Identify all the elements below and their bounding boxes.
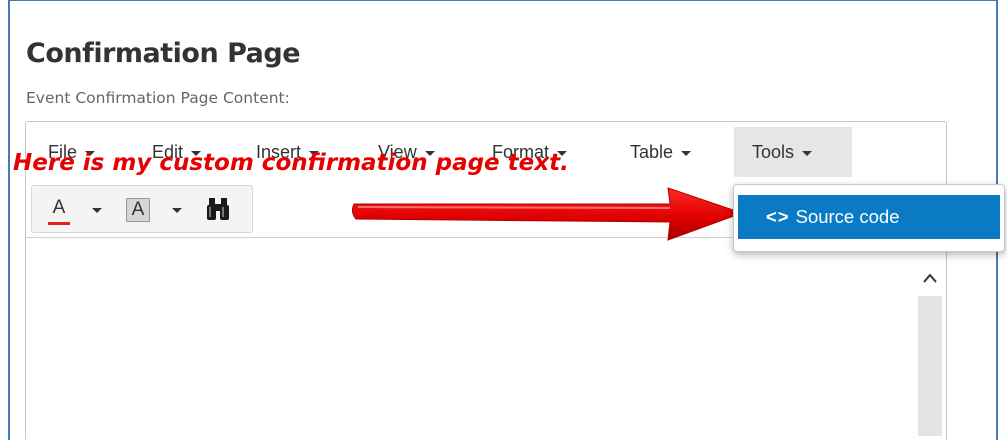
content-text: Here is my custom confirmation page text… — [13, 150, 569, 176]
tools-dropdown-menu: <> Source code — [733, 184, 1005, 252]
background-color-icon: A — [126, 198, 150, 222]
scroll-track[interactable] — [918, 296, 942, 436]
text-color-icon: A — [48, 196, 70, 225]
menu-table-label: Table — [630, 142, 674, 162]
page-title: Confirmation Page — [26, 38, 301, 69]
menu-tools[interactable]: Tools — [734, 127, 852, 177]
scroll-up-icon[interactable] — [918, 262, 942, 292]
toolbar-button-group: A A — [31, 185, 253, 233]
text-color-button[interactable]: A — [48, 196, 108, 225]
menu-table[interactable]: Table — [620, 127, 701, 177]
find-replace-button[interactable] — [206, 196, 236, 224]
caret-down-icon — [802, 150, 813, 156]
editor-scrollbar[interactable] — [918, 256, 942, 436]
source-code-menu-item[interactable]: <> Source code — [738, 195, 1000, 239]
binoculars-icon — [207, 198, 229, 220]
background-color-button[interactable]: A — [126, 196, 186, 224]
menu-tools-label: Tools — [752, 142, 795, 162]
caret-down-icon — [172, 208, 182, 213]
editor-content-area[interactable] — [26, 238, 946, 442]
caret-down-icon — [92, 208, 102, 213]
source-code-label: Source code — [795, 206, 900, 227]
section-label: Event Confirmation Page Content: — [26, 89, 290, 107]
caret-down-icon — [681, 150, 692, 156]
code-icon: <> — [766, 206, 790, 227]
red-arrow-annotation — [351, 187, 744, 241]
